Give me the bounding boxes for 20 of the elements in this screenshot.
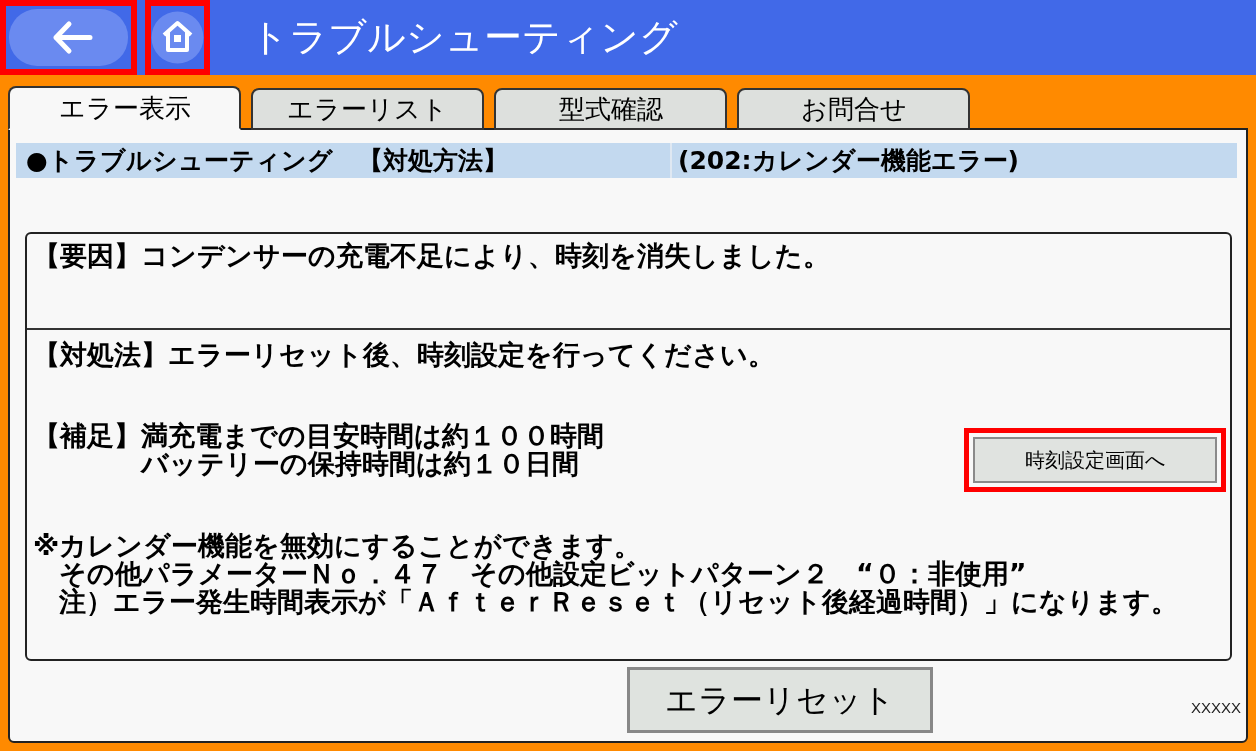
- home-button[interactable]: [145, 0, 210, 75]
- footer-code: XXXXX: [1190, 699, 1241, 717]
- tab[interactable]: お問合せ: [737, 88, 970, 130]
- supplement-line: 満充電までの目安時間は約１００時間: [141, 422, 604, 450]
- error-reset-button[interactable]: エラーリセット: [627, 667, 933, 733]
- tab[interactable]: エラーリスト: [251, 88, 484, 130]
- note-line: 注）エラー発生時間表示が「ＡｆｔｅｒＲｅｓｅｔ（リセット後経過時間）」になります。: [58, 588, 1179, 616]
- remedy-text: 【対処法】エラーリセット後、時刻設定を行ってください。: [33, 341, 776, 369]
- tab[interactable]: 型式確認: [494, 88, 727, 130]
- screen-title: トラブルシューティング: [250, 14, 678, 61]
- supplement-line: バッテリーの保持時間は約１０日間: [141, 450, 579, 478]
- error-title: (202:カレンダー機能エラー): [670, 143, 1237, 178]
- back-button[interactable]: [0, 0, 137, 75]
- tab[interactable]: エラー表示: [8, 86, 241, 130]
- supplement-label: 【補足】: [33, 422, 141, 450]
- time-setting-button[interactable]: 時刻設定画面へ: [964, 428, 1226, 492]
- section-heading: ●トラブルシューティング 【対処方法】: [25, 145, 509, 177]
- note-line: ※カレンダー機能を無効にすることができます。: [33, 532, 643, 560]
- note-line: その他パラメーターＮｏ．４７ その他設定ビットパターン２ “０：非使用”: [58, 560, 1028, 588]
- cause-text: 【要因】コンデンサーの充電不足により、時刻を消失しました。: [33, 242, 831, 270]
